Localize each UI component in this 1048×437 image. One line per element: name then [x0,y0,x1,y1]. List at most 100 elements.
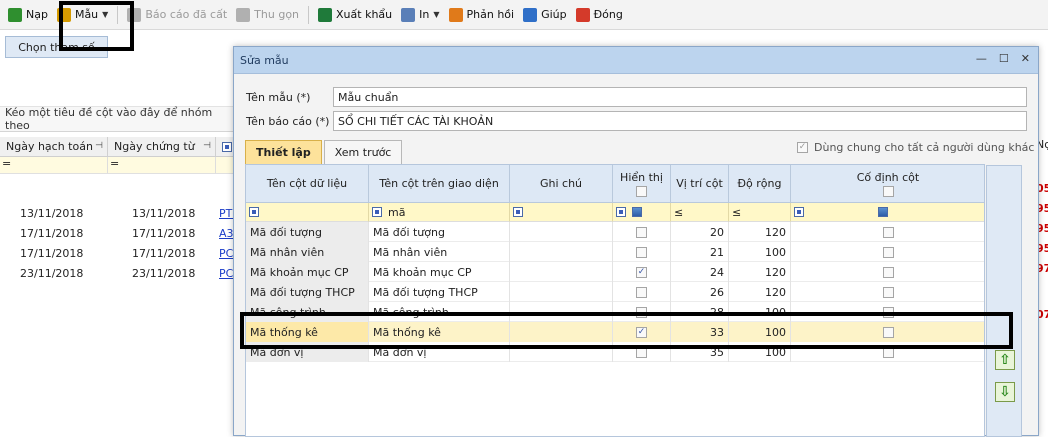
cell-fixed[interactable] [791,262,984,282]
fixed-checkbox[interactable] [882,226,894,238]
filter-icon[interactable] [222,141,232,152]
header-data-column[interactable]: Tên cột dữ liệu [246,165,369,203]
show-checkbox[interactable] [636,226,647,238]
cell-ui[interactable]: Mã khoản mục CP [369,262,510,282]
filter-icon[interactable] [616,207,626,217]
show-all-checkbox[interactable] [636,185,647,197]
show-checkbox[interactable] [636,246,647,258]
cell-note[interactable] [510,222,613,242]
table-row[interactable]: Mã khoản mục CPMã khoản mục CP 24120 [246,262,984,282]
cell-note[interactable] [510,282,613,302]
filter-note[interactable] [510,203,613,222]
cell-width[interactable]: 120 [729,282,791,302]
fixed-checkbox[interactable] [882,246,894,258]
cell-pos[interactable]: 21 [671,242,729,262]
cell-show[interactable] [613,262,671,282]
cell-data[interactable]: Mã đối tượng [246,222,369,242]
column-header-voucher-date[interactable]: Ngày chứng từ ⊣ [108,137,216,157]
cell-ui[interactable]: Mã đối tượng THCP [369,282,510,302]
filter-fixed[interactable] [791,203,984,222]
cell-pos[interactable]: 24 [671,262,729,282]
header-ui-column[interactable]: Tên cột trên giao diện [369,165,510,203]
cell-pos[interactable]: 26 [671,282,729,302]
cell-pos[interactable]: 20 [671,222,729,242]
cell-show[interactable] [613,222,671,242]
toolbar-button-0[interactable]: Nạp [8,4,48,26]
column-header-label: Ngày chứng từ [114,140,195,153]
filter-icon[interactable] [513,207,523,217]
toolbar-button-5[interactable]: In ▼ [401,4,440,26]
cell-width[interactable]: 100 [729,242,791,262]
header-fixed[interactable]: Cố định cột [791,165,984,203]
toolbar-button-label: Đóng [593,8,623,21]
toolbar-button-2[interactable]: Báo cáo đã cất [127,4,227,26]
move-down-button[interactable]: ⇩ [995,382,1015,402]
fixed-checkbox[interactable] [882,266,894,278]
minimize-icon[interactable]: — [976,52,987,65]
filter-ui-column[interactable]: mã [369,203,510,222]
cell-data[interactable]: Mã đối tượng THCP [246,282,369,302]
toolbar-button-4[interactable]: Xuất khẩu [318,4,392,26]
report-name-input[interactable]: SỔ CHI TIẾT CÁC TÀI KHOẢN [333,111,1027,131]
highlight-template-button [59,1,134,51]
table-row[interactable]: Mã đối tượng Mã đối tượng 20 120 [246,222,984,242]
show-checkbox[interactable] [636,286,647,298]
excel-icon [318,7,333,22]
cell-ui[interactable]: Mã nhân viên [369,242,510,262]
cell-note[interactable] [510,262,613,282]
report-cell-date: 17/11/2018 [132,226,196,240]
filter-value-icon[interactable] [632,207,642,217]
header-label: Tên cột trên giao diện [379,177,499,190]
toolbar-button-7[interactable]: Giúp [523,4,567,26]
pin-icon[interactable]: ⊣ [95,141,103,151]
cell-show[interactable] [613,242,671,262]
close-icon[interactable]: ✕ [1021,52,1030,65]
filter-icon[interactable] [372,207,382,217]
cell-fixed[interactable] [791,282,984,302]
fixed-checkbox[interactable] [882,286,894,298]
cell-data[interactable]: Mã khoản mục CP [246,262,369,282]
header-position[interactable]: Vị trí cột [671,165,729,203]
filter-value-icon[interactable] [878,207,888,217]
maximize-icon[interactable]: ☐ [999,52,1009,65]
voucher-link[interactable]: PC [219,244,233,262]
cell-fixed[interactable] [791,242,984,262]
cell-data[interactable]: Mã nhân viên [246,242,369,262]
cell-note[interactable] [510,242,613,262]
toolbar-button-8[interactable]: Đóng [575,4,623,26]
tab-settings[interactable]: Thiết lập [245,140,322,164]
cell-fixed[interactable] [791,222,984,242]
cell-show[interactable] [613,282,671,302]
toolbar-button-3[interactable]: Thu gọn [236,4,299,26]
chevron-down-icon[interactable]: ▼ [433,10,439,19]
header-note[interactable]: Ghi chú [510,165,613,203]
share-option[interactable]: Dùng chung cho tất cả người dùng khác [797,141,1034,154]
filter-voucher-date[interactable]: = [108,157,216,174]
filter-icon[interactable] [249,207,259,217]
fixed-all-checkbox[interactable] [882,185,894,197]
filter-position[interactable]: ≤ [671,203,729,222]
move-up-button[interactable]: ⇧ [995,350,1015,370]
table-row[interactable]: Mã đối tượng THCP Mã đối tượng THCP 26 120 [246,282,984,302]
share-checkbox[interactable] [797,142,808,153]
cell-width[interactable]: 120 [729,262,791,282]
template-name-input[interactable]: Mẫu chuẩn [333,87,1027,107]
filter-show[interactable] [613,203,671,222]
table-row[interactable]: Mã nhân viên Mã nhân viên 21 100 [246,242,984,262]
filter-posting-date[interactable]: = [0,157,108,174]
cell-ui[interactable]: Mã đối tượng [369,222,510,242]
pin-icon[interactable]: ⊣ [203,141,211,151]
show-checkbox[interactable] [636,266,647,278]
header-show[interactable]: Hiển thị [613,165,671,203]
report-cell-date: 23/11/2018 [132,266,196,280]
tab-preview[interactable]: Xem trước [323,140,403,164]
header-width[interactable]: Độ rộng [729,165,791,203]
filter-icon[interactable] [794,207,804,217]
toolbar-button-6[interactable]: Phản hồi [448,4,514,26]
cell-width[interactable]: 120 [729,222,791,242]
column-header-posting-date[interactable]: Ngày hạch toán ⊣ [0,137,108,157]
help-icon [523,7,538,22]
voucher-link[interactable]: PC [219,264,233,282]
filter-width[interactable]: ≤ [729,203,791,222]
filter-data-column[interactable] [246,203,369,222]
